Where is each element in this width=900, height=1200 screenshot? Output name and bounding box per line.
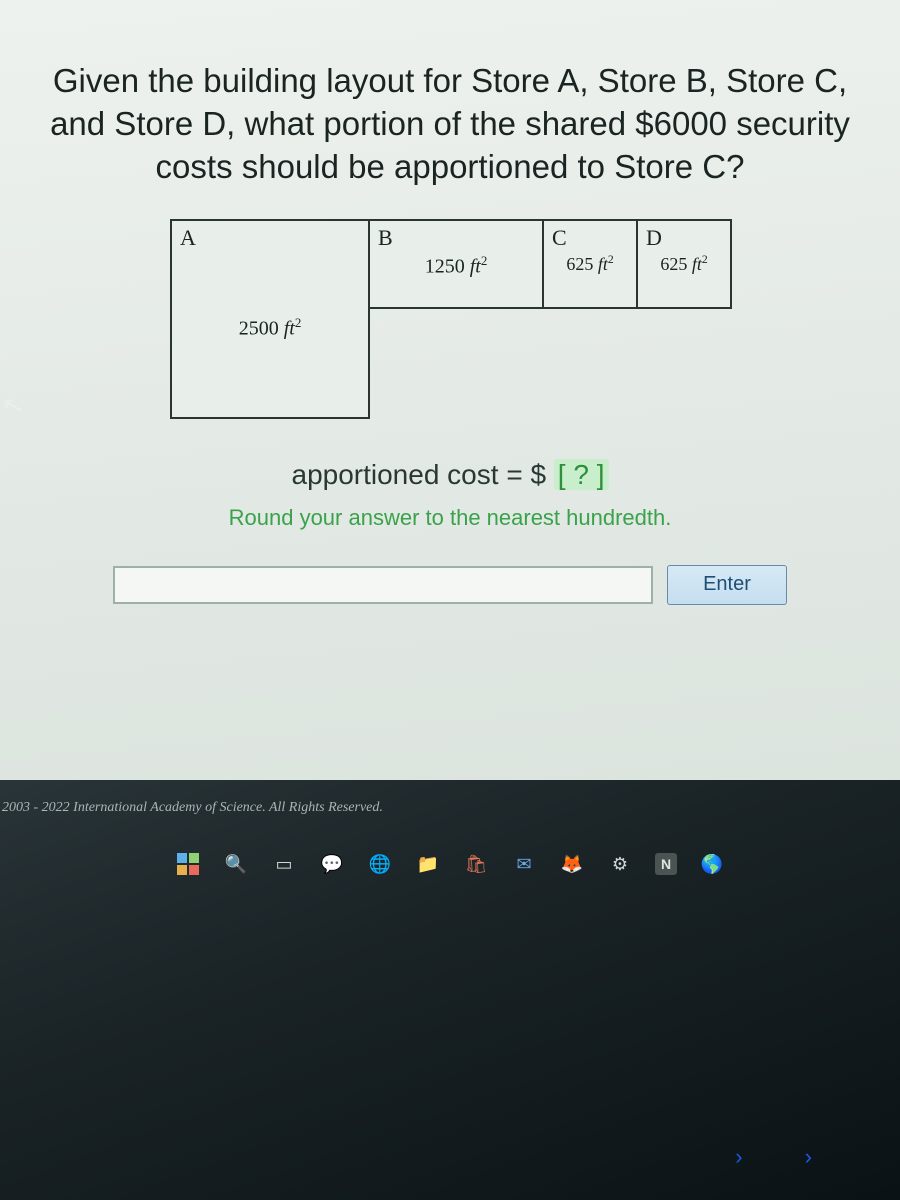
store-c-box: C 625 ft2 <box>542 219 638 309</box>
answer-input[interactable] <box>113 566 653 604</box>
store-a-area: 2500 ft2 <box>172 315 368 341</box>
question-text: Given the building layout for Store A, S… <box>30 60 870 189</box>
edge-icon[interactable]: 🌐 <box>367 851 393 877</box>
file-explorer-icon[interactable]: 📁 <box>415 851 441 877</box>
store-c-label: C <box>544 221 636 255</box>
ms-store-icon[interactable]: 🛍 <box>463 851 489 877</box>
store-b-box: B 1250 ft2 <box>368 219 544 309</box>
taskbar: 🔍 ▭ 💬 🌐 📁 🛍 ✉ 🦊 ⚙ N 🌎 <box>0 840 900 888</box>
settings-icon[interactable]: ⚙ <box>607 851 633 877</box>
firefox-icon[interactable]: 🦊 <box>559 851 585 877</box>
round-instruction: Round your answer to the nearest hundred… <box>30 505 870 531</box>
store-a-label: A <box>172 221 368 255</box>
apportioned-cost-line: apportioned cost = $ [ ? ] <box>30 459 870 491</box>
copyright-text: 2003 - 2022 International Academy of Sci… <box>0 800 383 816</box>
store-d-label: D <box>638 221 730 255</box>
chat-icon[interactable]: 💬 <box>319 851 345 877</box>
start-icon[interactable] <box>175 851 201 877</box>
cost-prefix: apportioned cost = $ <box>292 459 554 490</box>
store-d-box: D 625 ft2 <box>636 219 732 309</box>
store-b-area: 1250 ft2 <box>370 253 542 279</box>
notion-icon[interactable]: N <box>655 853 677 875</box>
earth-icon[interactable]: 🌎 <box>699 851 725 877</box>
cost-placeholder: [ ? ] <box>554 459 609 490</box>
task-view-icon[interactable]: ▭ <box>271 851 297 877</box>
search-icon[interactable]: 🔍 <box>223 851 249 877</box>
indicator-dots: › › <box>735 1144 840 1170</box>
store-c-area: 625 ft2 <box>544 253 636 275</box>
enter-button[interactable]: Enter <box>667 565 787 605</box>
store-b-label: B <box>370 221 542 255</box>
answer-row: Enter <box>30 565 870 605</box>
problem-panel: Given the building layout for Store A, S… <box>0 0 900 780</box>
store-a-box: A 2500 ft2 <box>170 219 370 419</box>
building-layout: A 2500 ft2 B 1250 ft2 C 625 ft2 D 625 ft… <box>30 219 870 419</box>
mail-icon[interactable]: ✉ <box>511 851 537 877</box>
store-d-area: 625 ft2 <box>638 253 730 275</box>
